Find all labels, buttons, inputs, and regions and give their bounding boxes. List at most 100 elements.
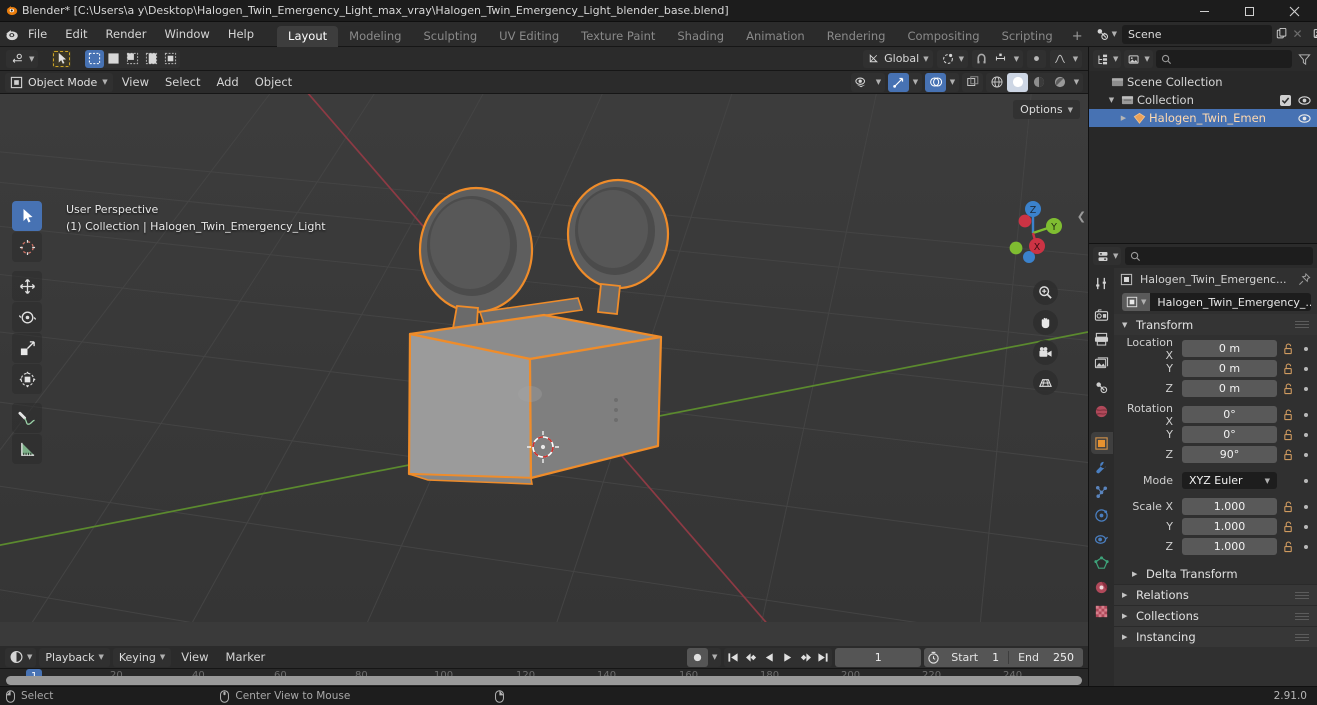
navigation-gizmo[interactable]: Z Y X <box>996 196 1070 270</box>
viewport-menu-select[interactable]: Select <box>158 73 207 92</box>
jump-prev-keyframe-button[interactable] <box>742 648 760 667</box>
workspace-tab-shading[interactable]: Shading <box>666 26 735 47</box>
expand-arrow[interactable]: ▶ <box>1117 114 1130 122</box>
workspace-tab-rendering[interactable]: Rendering <box>816 26 897 47</box>
properties-tab-physics[interactable] <box>1091 504 1113 526</box>
chevron-down-icon[interactable]: ▼ <box>1010 49 1023 68</box>
select-intersect-button[interactable] <box>161 49 181 68</box>
new-scene-button[interactable] <box>1273 24 1290 44</box>
properties-tab-tool[interactable] <box>1091 272 1113 294</box>
lock-icon[interactable] <box>1281 541 1295 553</box>
lock-icon[interactable] <box>1281 449 1295 461</box>
properties-tab-render[interactable] <box>1091 304 1113 326</box>
timeline-scrollbar[interactable] <box>6 676 1082 685</box>
properties-tab-object[interactable] <box>1090 432 1113 454</box>
jump-to-end-button[interactable] <box>814 648 832 667</box>
proportional-editing-icon[interactable] <box>1027 49 1046 68</box>
jump-next-keyframe-button[interactable] <box>796 648 814 667</box>
workspace-tab-sculpting[interactable]: Sculpting <box>412 26 488 47</box>
outliner-filter-icon[interactable] <box>1295 50 1313 68</box>
select-subtract-button[interactable] <box>123 49 143 68</box>
workspace-tab-texture-paint[interactable]: Texture Paint <box>570 26 666 47</box>
scale-x-field[interactable]: 1.000 <box>1182 498 1277 515</box>
location-x-field[interactable]: 0 m <box>1182 340 1277 357</box>
move-tool[interactable] <box>12 271 42 301</box>
workspace-tab-scripting[interactable]: Scripting <box>991 26 1064 47</box>
minimize-button[interactable] <box>1182 0 1227 22</box>
chevron-down-icon[interactable]: ▼ <box>1070 73 1083 92</box>
object-name-field[interactable]: Halogen_Twin_Emergency_... <box>1150 293 1311 311</box>
xray-toggle-icon[interactable] <box>962 73 983 92</box>
menu-render[interactable]: Render <box>97 24 156 44</box>
collapse-arrow[interactable]: ▼ <box>1105 96 1118 104</box>
properties-tab-modifiers[interactable] <box>1091 456 1113 478</box>
outliner-row-object[interactable]: ▶ Halogen_Twin_Emen <box>1089 109 1317 127</box>
current-frame-field[interactable]: 1 <box>835 647 922 667</box>
scale-tool[interactable] <box>12 333 42 363</box>
chevron-down-icon[interactable]: ▼ <box>1069 49 1082 68</box>
instancing-panel-header[interactable]: ▶ Instancing <box>1114 626 1317 647</box>
workspace-tab-compositing[interactable]: Compositing <box>896 26 990 47</box>
viewport-options-button[interactable]: Options ▼ <box>1013 100 1080 119</box>
end-frame-value[interactable]: 250 <box>1039 651 1083 664</box>
shading-rendered-button[interactable] <box>1049 73 1070 92</box>
magnet-icon[interactable] <box>972 49 991 68</box>
keying-menu[interactable]: Keying ▼ <box>112 647 172 667</box>
camera-view-icon[interactable] <box>1033 340 1058 365</box>
outliner-row-scene-collection[interactable]: Scene Collection <box>1089 73 1317 91</box>
3d-viewport[interactable]: User Perspective (1) Collection | Haloge… <box>0 94 1088 646</box>
play-reverse-button[interactable] <box>760 648 778 667</box>
remove-scene-button[interactable]: ✕ <box>1290 25 1305 44</box>
collections-panel-header[interactable]: ▶ Collections <box>1114 605 1317 626</box>
chevron-down-icon[interactable]: ▼ <box>708 648 721 667</box>
falloff-icon[interactable] <box>1050 49 1069 68</box>
viewport-menu-object[interactable]: Object <box>248 73 299 92</box>
transform-orientation-selector[interactable]: Global ▼ <box>863 49 933 68</box>
use-preview-range-icon[interactable] <box>924 648 942 667</box>
pan-hand-icon[interactable] <box>1033 310 1058 335</box>
shading-solid-button[interactable] <box>1007 72 1028 92</box>
outliner-search-input[interactable] <box>1155 50 1292 68</box>
animate-property-dot[interactable] <box>1299 346 1313 351</box>
chevron-down-icon[interactable]: ▼ <box>946 73 959 92</box>
playback-menu[interactable]: Playback ▼ <box>39 647 110 667</box>
rotation-x-field[interactable]: 0° <box>1182 406 1277 423</box>
lock-icon[interactable] <box>1281 501 1295 513</box>
lock-icon[interactable] <box>1281 409 1295 421</box>
view-layer-selector[interactable]: ▼ View Layer ✕ <box>1308 24 1317 44</box>
shading-wireframe-button[interactable] <box>986 73 1007 92</box>
annotate-tool[interactable] <box>12 403 42 433</box>
chevron-down-icon[interactable]: ▼ <box>909 73 922 92</box>
properties-tab-particles[interactable] <box>1091 480 1113 502</box>
scene-selector[interactable]: ▼ Scene ✕ <box>1090 24 1305 44</box>
scene-name-field[interactable]: Scene <box>1122 24 1272 44</box>
rotation-y-field[interactable]: 0° <box>1182 426 1277 443</box>
lock-icon[interactable] <box>1281 363 1295 375</box>
object-mode-selector[interactable]: Object Mode ▼ <box>5 72 113 92</box>
viewport-menu-add[interactable]: Add <box>209 73 245 92</box>
animate-property-dot[interactable] <box>1299 524 1313 529</box>
active-tool-selector[interactable]: ▼ <box>6 49 39 68</box>
toggle-ortho-icon[interactable] <box>1033 370 1058 395</box>
animate-property-dot[interactable] <box>1299 386 1313 391</box>
gizmo-icon[interactable] <box>888 72 909 92</box>
collection-visibility-eye-icon[interactable] <box>1298 95 1311 106</box>
editor-type-selector[interactable]: ▼ <box>5 647 37 667</box>
delta-transform-panel-header[interactable]: ▶ Delta Transform <box>1114 563 1317 584</box>
transform-panel-header[interactable]: ▼ Transform <box>1114 314 1317 335</box>
workspace-tab-modeling[interactable]: Modeling <box>338 26 412 47</box>
scale-z-field[interactable]: 1.000 <box>1182 538 1277 555</box>
rotation-mode-dropdown[interactable]: XYZ Euler ▼ <box>1182 472 1277 489</box>
collection-checkbox[interactable] <box>1280 94 1291 106</box>
object-visibility-eye-icon[interactable] <box>1298 113 1311 124</box>
timeline-menu-view[interactable]: View <box>174 648 215 667</box>
menu-file[interactable]: File <box>19 24 56 44</box>
relations-panel-header[interactable]: ▶ Relations <box>1114 584 1317 605</box>
select-extend-button[interactable] <box>104 49 124 68</box>
properties-tab-world[interactable] <box>1091 400 1113 422</box>
zoom-icon[interactable] <box>1033 280 1058 305</box>
add-workspace-button[interactable]: + <box>1064 26 1091 47</box>
animate-property-dot[interactable] <box>1299 366 1313 371</box>
outliner-row-collection[interactable]: ▼ Collection <box>1089 91 1317 109</box>
overlays-icon[interactable] <box>925 72 946 92</box>
